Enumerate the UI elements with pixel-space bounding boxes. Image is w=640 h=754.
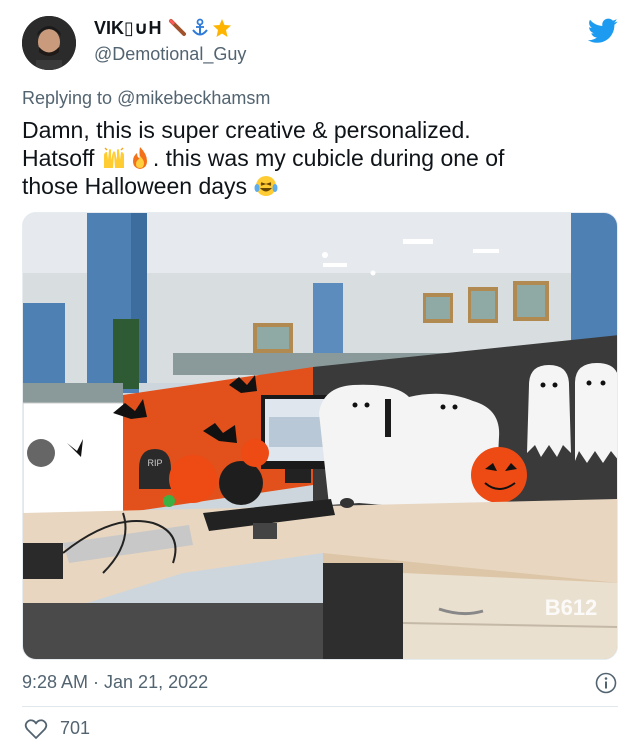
cubicle-photo: RIP B612 bbox=[23, 213, 617, 659]
twitter-bird-icon[interactable] bbox=[588, 18, 618, 44]
fire-icon bbox=[127, 146, 153, 170]
tweet-card: VIK▯∪H @Demotional_Guy Replying to @mike… bbox=[0, 0, 640, 754]
laughing-tears-icon bbox=[253, 174, 279, 198]
info-icon[interactable] bbox=[594, 671, 618, 695]
tweet-line-2-start: Hatsoff bbox=[22, 145, 101, 171]
divider bbox=[22, 706, 618, 707]
tweet-line-2-end: . this was my cubicle during one of bbox=[152, 145, 505, 171]
like-count: 701 bbox=[60, 718, 91, 738]
syringe-icon bbox=[168, 18, 186, 36]
tweet-line-1: Damn, this is super creative & personali… bbox=[22, 117, 471, 143]
tweet-line-2: Hatsoff . this was my cubicle during one… bbox=[22, 144, 622, 172]
tweet-text: Damn, this is super creative & personali… bbox=[22, 116, 622, 200]
tweet-line-3: those Halloween days bbox=[22, 172, 622, 200]
reply-prefix: Replying to bbox=[22, 88, 118, 108]
photo-watermark: B612 bbox=[545, 595, 598, 620]
reply-mention-link[interactable]: @mikebeckhamsm bbox=[117, 88, 270, 108]
star-icon bbox=[213, 19, 231, 37]
heart-icon[interactable] bbox=[24, 718, 48, 740]
display-name[interactable]: VIK▯∪H bbox=[94, 18, 162, 39]
replying-to: Replying to @mikebeckhamsm bbox=[22, 88, 270, 109]
user-handle[interactable]: @Demotional_Guy bbox=[94, 44, 246, 65]
tombstone-text: RIP bbox=[147, 458, 162, 468]
tweet-line-3-text: those Halloween days bbox=[22, 173, 254, 199]
tweet-photo[interactable]: RIP B612 bbox=[22, 212, 618, 660]
avatar[interactable] bbox=[22, 16, 76, 70]
anchor-icon bbox=[192, 18, 208, 36]
tweet-timestamp[interactable]: 9:28 AM · Jan 21, 2022 bbox=[22, 672, 208, 693]
raised-hands-icon bbox=[101, 146, 127, 170]
